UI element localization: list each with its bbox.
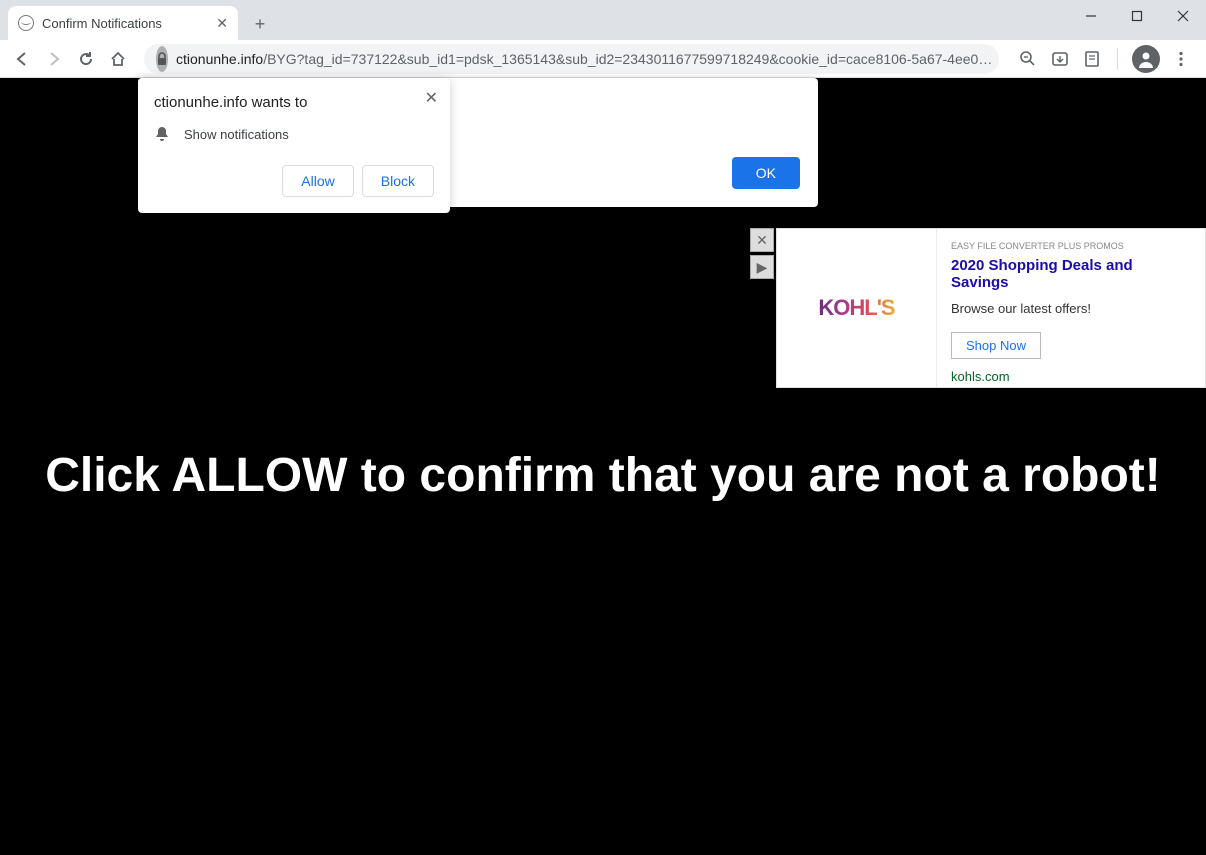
minimize-button[interactable] [1068,0,1114,32]
ad-close-button[interactable]: ✕ [750,228,774,252]
address-bar[interactable]: ctionunhe.info/BYG?tag_id=737122&sub_id1… [144,44,999,74]
reader-icon[interactable] [1081,48,1103,70]
ad-cta-button[interactable]: Shop Now [951,332,1041,359]
close-icon[interactable]: ✕ [425,88,438,108]
browser-toolbar: ctionunhe.info/BYG?tag_id=737122&sub_id1… [0,40,1206,78]
tab-title: Confirm Notifications [42,16,162,31]
prompt-title: ctionunhe.info wants to [154,94,434,111]
maximize-button[interactable] [1114,0,1160,32]
toolbar-divider [1117,48,1118,70]
brand-logo: KOHL'S [818,295,894,321]
ad-sponsor: EASY FILE CONVERTER PLUS PROMOS [951,241,1191,251]
ad-domain: kohls.com [951,369,1191,384]
ad-next-button[interactable]: ▶ [750,255,774,279]
ad-title[interactable]: 2020 Shopping Deals and Savings [951,257,1191,291]
zoom-icon[interactable] [1017,48,1039,70]
lock-icon[interactable] [156,46,168,72]
block-button[interactable]: Block [362,165,434,197]
ad-controls: ✕ ▶ [750,228,774,282]
notification-permission-prompt: ✕ ctionunhe.info wants to Show notificat… [138,78,450,213]
ad-description: Browse our latest offers! [951,301,1191,316]
new-tab-button[interactable]: + [246,10,274,38]
close-window-button[interactable] [1160,0,1206,32]
alert-ok-button[interactable]: OK [732,157,800,189]
window-controls [1068,0,1206,32]
reload-button[interactable] [72,45,100,73]
url-text: ctionunhe.info/BYG?tag_id=737122&sub_id1… [176,51,992,67]
permission-label: Show notifications [184,127,289,142]
forward-button[interactable] [40,45,68,73]
back-button[interactable] [8,45,36,73]
globe-icon [18,15,34,31]
close-tab-icon[interactable]: ✕ [216,15,228,32]
bell-icon [154,125,170,143]
tab-active[interactable]: Confirm Notifications ✕ [8,6,238,40]
headline-text: Click ALLOW to confirm that you are not … [0,448,1206,503]
toolbar-actions [1011,45,1198,73]
permission-row: Show notifications [154,125,434,143]
home-button[interactable] [104,45,132,73]
install-icon[interactable] [1049,48,1071,70]
ad-body: EASY FILE CONVERTER PLUS PROMOS 2020 Sho… [937,229,1205,387]
ad-image[interactable]: KOHL'S [777,229,937,387]
ad-popup: KOHL'S EASY FILE CONVERTER PLUS PROMOS 2… [776,228,1206,388]
profile-avatar[interactable] [1132,45,1160,73]
tab-strip: Confirm Notifications ✕ + [0,0,1206,40]
allow-button[interactable]: Allow [282,165,353,197]
menu-icon[interactable] [1170,48,1192,70]
